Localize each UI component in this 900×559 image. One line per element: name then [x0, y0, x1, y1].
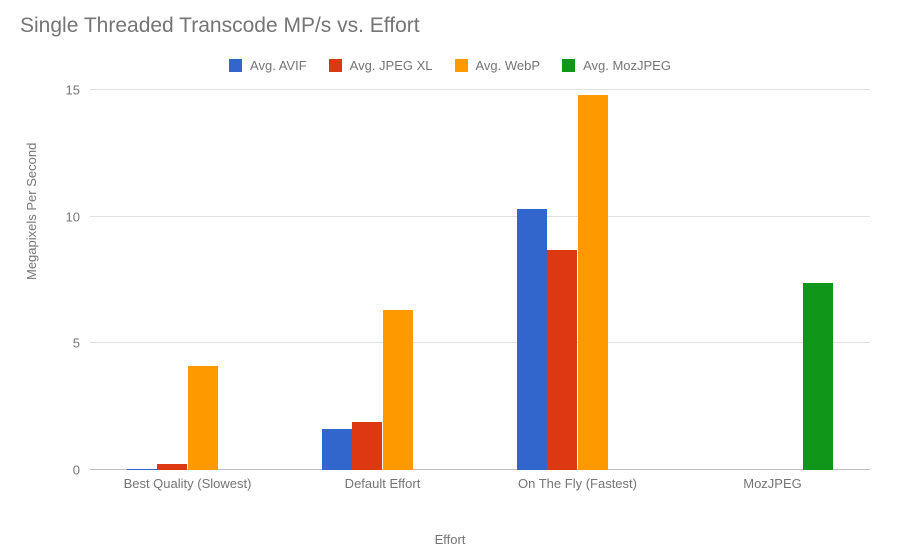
gridline: [90, 342, 870, 343]
legend-label-mozjpeg: Avg. MozJPEG: [583, 58, 671, 73]
x-tick-label: Best Quality (Slowest): [124, 476, 252, 491]
y-tick-label: 15: [66, 83, 90, 98]
x-tick-label: MozJPEG: [743, 476, 802, 491]
chart-container: Single Threaded Transcode MP/s vs. Effor…: [0, 0, 900, 559]
plot-area: 051015: [90, 90, 870, 470]
bar: [803, 283, 833, 470]
chart-title: Single Threaded Transcode MP/s vs. Effor…: [20, 14, 420, 38]
legend-label-avif: Avg. AVIF: [250, 58, 307, 73]
legend-swatch-jpegxl: [329, 59, 342, 72]
x-tick-label: Default Effort: [345, 476, 421, 491]
bar: [352, 422, 382, 470]
y-axis-label: Megapixels Per Second: [24, 143, 39, 280]
bar: [517, 209, 547, 470]
bar: [383, 310, 413, 470]
legend-item-avif: Avg. AVIF: [229, 58, 307, 73]
bar: [157, 464, 187, 470]
legend: Avg. AVIF Avg. JPEG XL Avg. WebP Avg. Mo…: [0, 58, 900, 73]
bar: [127, 469, 157, 470]
bar: [547, 250, 577, 470]
legend-label-jpegxl: Avg. JPEG XL: [350, 58, 433, 73]
legend-item-jpegxl: Avg. JPEG XL: [329, 58, 433, 73]
gridline: [90, 216, 870, 217]
legend-swatch-webp: [455, 59, 468, 72]
legend-swatch-mozjpeg: [562, 59, 575, 72]
y-tick-label: 0: [73, 463, 90, 478]
x-axis-label: Effort: [0, 532, 900, 547]
legend-item-webp: Avg. WebP: [455, 58, 541, 73]
bar: [188, 366, 218, 470]
bar: [578, 95, 608, 470]
x-tick-label: On The Fly (Fastest): [518, 476, 637, 491]
legend-item-mozjpeg: Avg. MozJPEG: [562, 58, 671, 73]
gridline: [90, 89, 870, 90]
x-axis: Best Quality (Slowest) Default Effort On T…: [90, 476, 870, 496]
legend-label-webp: Avg. WebP: [476, 58, 541, 73]
legend-swatch-avif: [229, 59, 242, 72]
y-tick-label: 5: [73, 336, 90, 351]
y-tick-label: 10: [66, 209, 90, 224]
bar: [322, 429, 352, 470]
